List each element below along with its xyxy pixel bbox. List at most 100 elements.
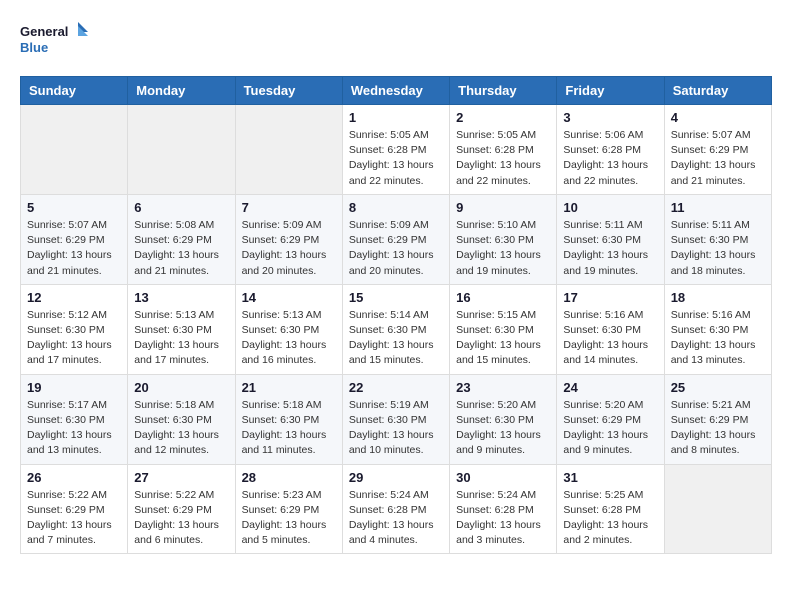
calendar-cell: 6 Sunrise: 5:08 AM Sunset: 6:29 PM Daylig… xyxy=(128,194,235,284)
day-info: Sunrise: 5:10 AM Sunset: 6:30 PM Dayligh… xyxy=(456,218,550,279)
calendar-cell: 16 Sunrise: 5:15 AM Sunset: 6:30 PM Dayli… xyxy=(450,284,557,374)
calendar-cell: 9 Sunrise: 5:10 AM Sunset: 6:30 PM Daylig… xyxy=(450,194,557,284)
calendar-cell: 27Sunrise: 5:22 AM Sunset: 6:29 PM Dayli… xyxy=(128,464,235,554)
page-header: General Blue xyxy=(20,20,772,60)
day-number: 19 xyxy=(27,380,121,395)
calendar-cell: 23 Sunrise: 5:20 AM Sunset: 6:30 PM Dayli… xyxy=(450,374,557,464)
day-info: Sunrise: 5:20 AM Sunset: 6:29 PM Dayligh… xyxy=(563,398,657,459)
day-info: Sunrise: 5:19 AM Sunset: 6:30 PM Dayligh… xyxy=(349,398,443,459)
day-number: 12 xyxy=(27,290,121,305)
calendar-cell: 22Sunrise: 5:19 AM Sunset: 6:30 PM Dayli… xyxy=(342,374,449,464)
calendar-cell: 26 Sunrise: 5:22 AM Sunset: 6:29 PM Dayli… xyxy=(21,464,128,554)
day-info: Sunrise: 5:11 AM Sunset: 6:30 PM Dayligh… xyxy=(671,218,765,279)
day-info: Sunrise: 5:16 AM Sunset: 6:30 PM Dayligh… xyxy=(563,308,657,369)
day-info: Sunrise: 5:06 AM Sunset: 6:28 PM Dayligh… xyxy=(563,128,657,189)
calendar-cell: 5Sunrise: 5:07 AM Sunset: 6:29 PM Daylig… xyxy=(21,194,128,284)
day-number: 3 xyxy=(563,110,657,125)
day-info: Sunrise: 5:08 AM Sunset: 6:29 PM Dayligh… xyxy=(134,218,228,279)
week-row-3: 12 Sunrise: 5:12 AM Sunset: 6:30 PM Dayli… xyxy=(21,284,772,374)
weekday-header-wednesday: Wednesday xyxy=(342,77,449,105)
calendar-cell: 24 Sunrise: 5:20 AM Sunset: 6:29 PM Dayli… xyxy=(557,374,664,464)
day-info: Sunrise: 5:18 AM Sunset: 6:30 PM Dayligh… xyxy=(134,398,228,459)
calendar-cell: 17 Sunrise: 5:16 AM Sunset: 6:30 PM Dayli… xyxy=(557,284,664,374)
day-info: Sunrise: 5:16 AM Sunset: 6:30 PM Dayligh… xyxy=(671,308,765,369)
day-number: 23 xyxy=(456,380,550,395)
day-info: Sunrise: 5:22 AM Sunset: 6:29 PM Dayligh… xyxy=(134,488,228,549)
day-info: Sunrise: 5:14 AM Sunset: 6:30 PM Dayligh… xyxy=(349,308,443,369)
day-number: 10 xyxy=(563,200,657,215)
day-number: 15 xyxy=(349,290,443,305)
calendar-cell: 21 Sunrise: 5:18 AM Sunset: 6:30 PM Dayli… xyxy=(235,374,342,464)
day-info: Sunrise: 5:24 AM Sunset: 6:28 PM Dayligh… xyxy=(349,488,443,549)
svg-text:Blue: Blue xyxy=(20,40,48,55)
day-number: 24 xyxy=(563,380,657,395)
calendar-cell: 14 Sunrise: 5:13 AM Sunset: 6:30 PM Dayli… xyxy=(235,284,342,374)
calendar-cell: 2 Sunrise: 5:05 AM Sunset: 6:28 PM Daylig… xyxy=(450,105,557,195)
day-number: 29 xyxy=(349,470,443,485)
day-number: 2 xyxy=(456,110,550,125)
day-info: Sunrise: 5:18 AM Sunset: 6:30 PM Dayligh… xyxy=(242,398,336,459)
day-info: Sunrise: 5:25 AM Sunset: 6:28 PM Dayligh… xyxy=(563,488,657,549)
week-row-1: 1Sunrise: 5:05 AM Sunset: 6:28 PM Daylig… xyxy=(21,105,772,195)
day-info: Sunrise: 5:23 AM Sunset: 6:29 PM Dayligh… xyxy=(242,488,336,549)
day-info: Sunrise: 5:05 AM Sunset: 6:28 PM Dayligh… xyxy=(349,128,443,189)
day-number: 30 xyxy=(456,470,550,485)
day-number: 13 xyxy=(134,290,228,305)
day-info: Sunrise: 5:24 AM Sunset: 6:28 PM Dayligh… xyxy=(456,488,550,549)
day-info: Sunrise: 5:20 AM Sunset: 6:30 PM Dayligh… xyxy=(456,398,550,459)
week-row-4: 19 Sunrise: 5:17 AM Sunset: 6:30 PM Dayli… xyxy=(21,374,772,464)
day-number: 11 xyxy=(671,200,765,215)
day-info: Sunrise: 5:12 AM Sunset: 6:30 PM Dayligh… xyxy=(27,308,121,369)
weekday-header-row: SundayMondayTuesdayWednesdayThursdayFrid… xyxy=(21,77,772,105)
day-number: 25 xyxy=(671,380,765,395)
calendar-cell: 31 Sunrise: 5:25 AM Sunset: 6:28 PM Dayli… xyxy=(557,464,664,554)
calendar-cell: 11 Sunrise: 5:11 AM Sunset: 6:30 PM Dayli… xyxy=(664,194,771,284)
weekday-header-thursday: Thursday xyxy=(450,77,557,105)
day-info: Sunrise: 5:11 AM Sunset: 6:30 PM Dayligh… xyxy=(563,218,657,279)
logo: General Blue xyxy=(20,20,90,60)
week-row-5: 26 Sunrise: 5:22 AM Sunset: 6:29 PM Dayli… xyxy=(21,464,772,554)
calendar-cell: 7 Sunrise: 5:09 AM Sunset: 6:29 PM Daylig… xyxy=(235,194,342,284)
weekday-header-monday: Monday xyxy=(128,77,235,105)
day-info: Sunrise: 5:21 AM Sunset: 6:29 PM Dayligh… xyxy=(671,398,765,459)
calendar-cell: 25 Sunrise: 5:21 AM Sunset: 6:29 PM Dayli… xyxy=(664,374,771,464)
day-info: Sunrise: 5:13 AM Sunset: 6:30 PM Dayligh… xyxy=(134,308,228,369)
day-number: 7 xyxy=(242,200,336,215)
weekday-header-tuesday: Tuesday xyxy=(235,77,342,105)
day-number: 8 xyxy=(349,200,443,215)
day-number: 21 xyxy=(242,380,336,395)
calendar-cell: 20Sunrise: 5:18 AM Sunset: 6:30 PM Dayli… xyxy=(128,374,235,464)
weekday-header-friday: Friday xyxy=(557,77,664,105)
calendar-cell: 19 Sunrise: 5:17 AM Sunset: 6:30 PM Dayli… xyxy=(21,374,128,464)
weekday-header-sunday: Sunday xyxy=(21,77,128,105)
day-info: Sunrise: 5:17 AM Sunset: 6:30 PM Dayligh… xyxy=(27,398,121,459)
calendar-cell: 3 Sunrise: 5:06 AM Sunset: 6:28 PM Daylig… xyxy=(557,105,664,195)
calendar-cell: 28Sunrise: 5:23 AM Sunset: 6:29 PM Dayli… xyxy=(235,464,342,554)
calendar-cell: 30 Sunrise: 5:24 AM Sunset: 6:28 PM Dayli… xyxy=(450,464,557,554)
calendar-cell xyxy=(664,464,771,554)
calendar-cell xyxy=(128,105,235,195)
day-info: Sunrise: 5:13 AM Sunset: 6:30 PM Dayligh… xyxy=(242,308,336,369)
day-info: Sunrise: 5:09 AM Sunset: 6:29 PM Dayligh… xyxy=(349,218,443,279)
day-number: 9 xyxy=(456,200,550,215)
day-number: 26 xyxy=(27,470,121,485)
calendar-cell: 4Sunrise: 5:07 AM Sunset: 6:29 PM Daylig… xyxy=(664,105,771,195)
calendar-cell: 8 Sunrise: 5:09 AM Sunset: 6:29 PM Daylig… xyxy=(342,194,449,284)
calendar-cell: 10 Sunrise: 5:11 AM Sunset: 6:30 PM Dayli… xyxy=(557,194,664,284)
calendar-cell: 29 Sunrise: 5:24 AM Sunset: 6:28 PM Dayli… xyxy=(342,464,449,554)
day-number: 17 xyxy=(563,290,657,305)
calendar-table: SundayMondayTuesdayWednesdayThursdayFrid… xyxy=(20,76,772,554)
day-number: 31 xyxy=(563,470,657,485)
day-info: Sunrise: 5:09 AM Sunset: 6:29 PM Dayligh… xyxy=(242,218,336,279)
day-info: Sunrise: 5:05 AM Sunset: 6:28 PM Dayligh… xyxy=(456,128,550,189)
day-number: 14 xyxy=(242,290,336,305)
day-number: 16 xyxy=(456,290,550,305)
calendar-cell: 1Sunrise: 5:05 AM Sunset: 6:28 PM Daylig… xyxy=(342,105,449,195)
day-info: Sunrise: 5:22 AM Sunset: 6:29 PM Dayligh… xyxy=(27,488,121,549)
day-info: Sunrise: 5:07 AM Sunset: 6:29 PM Dayligh… xyxy=(671,128,765,189)
day-number: 18 xyxy=(671,290,765,305)
week-row-2: 5Sunrise: 5:07 AM Sunset: 6:29 PM Daylig… xyxy=(21,194,772,284)
svg-text:General: General xyxy=(20,24,68,39)
day-number: 6 xyxy=(134,200,228,215)
day-info: Sunrise: 5:15 AM Sunset: 6:30 PM Dayligh… xyxy=(456,308,550,369)
